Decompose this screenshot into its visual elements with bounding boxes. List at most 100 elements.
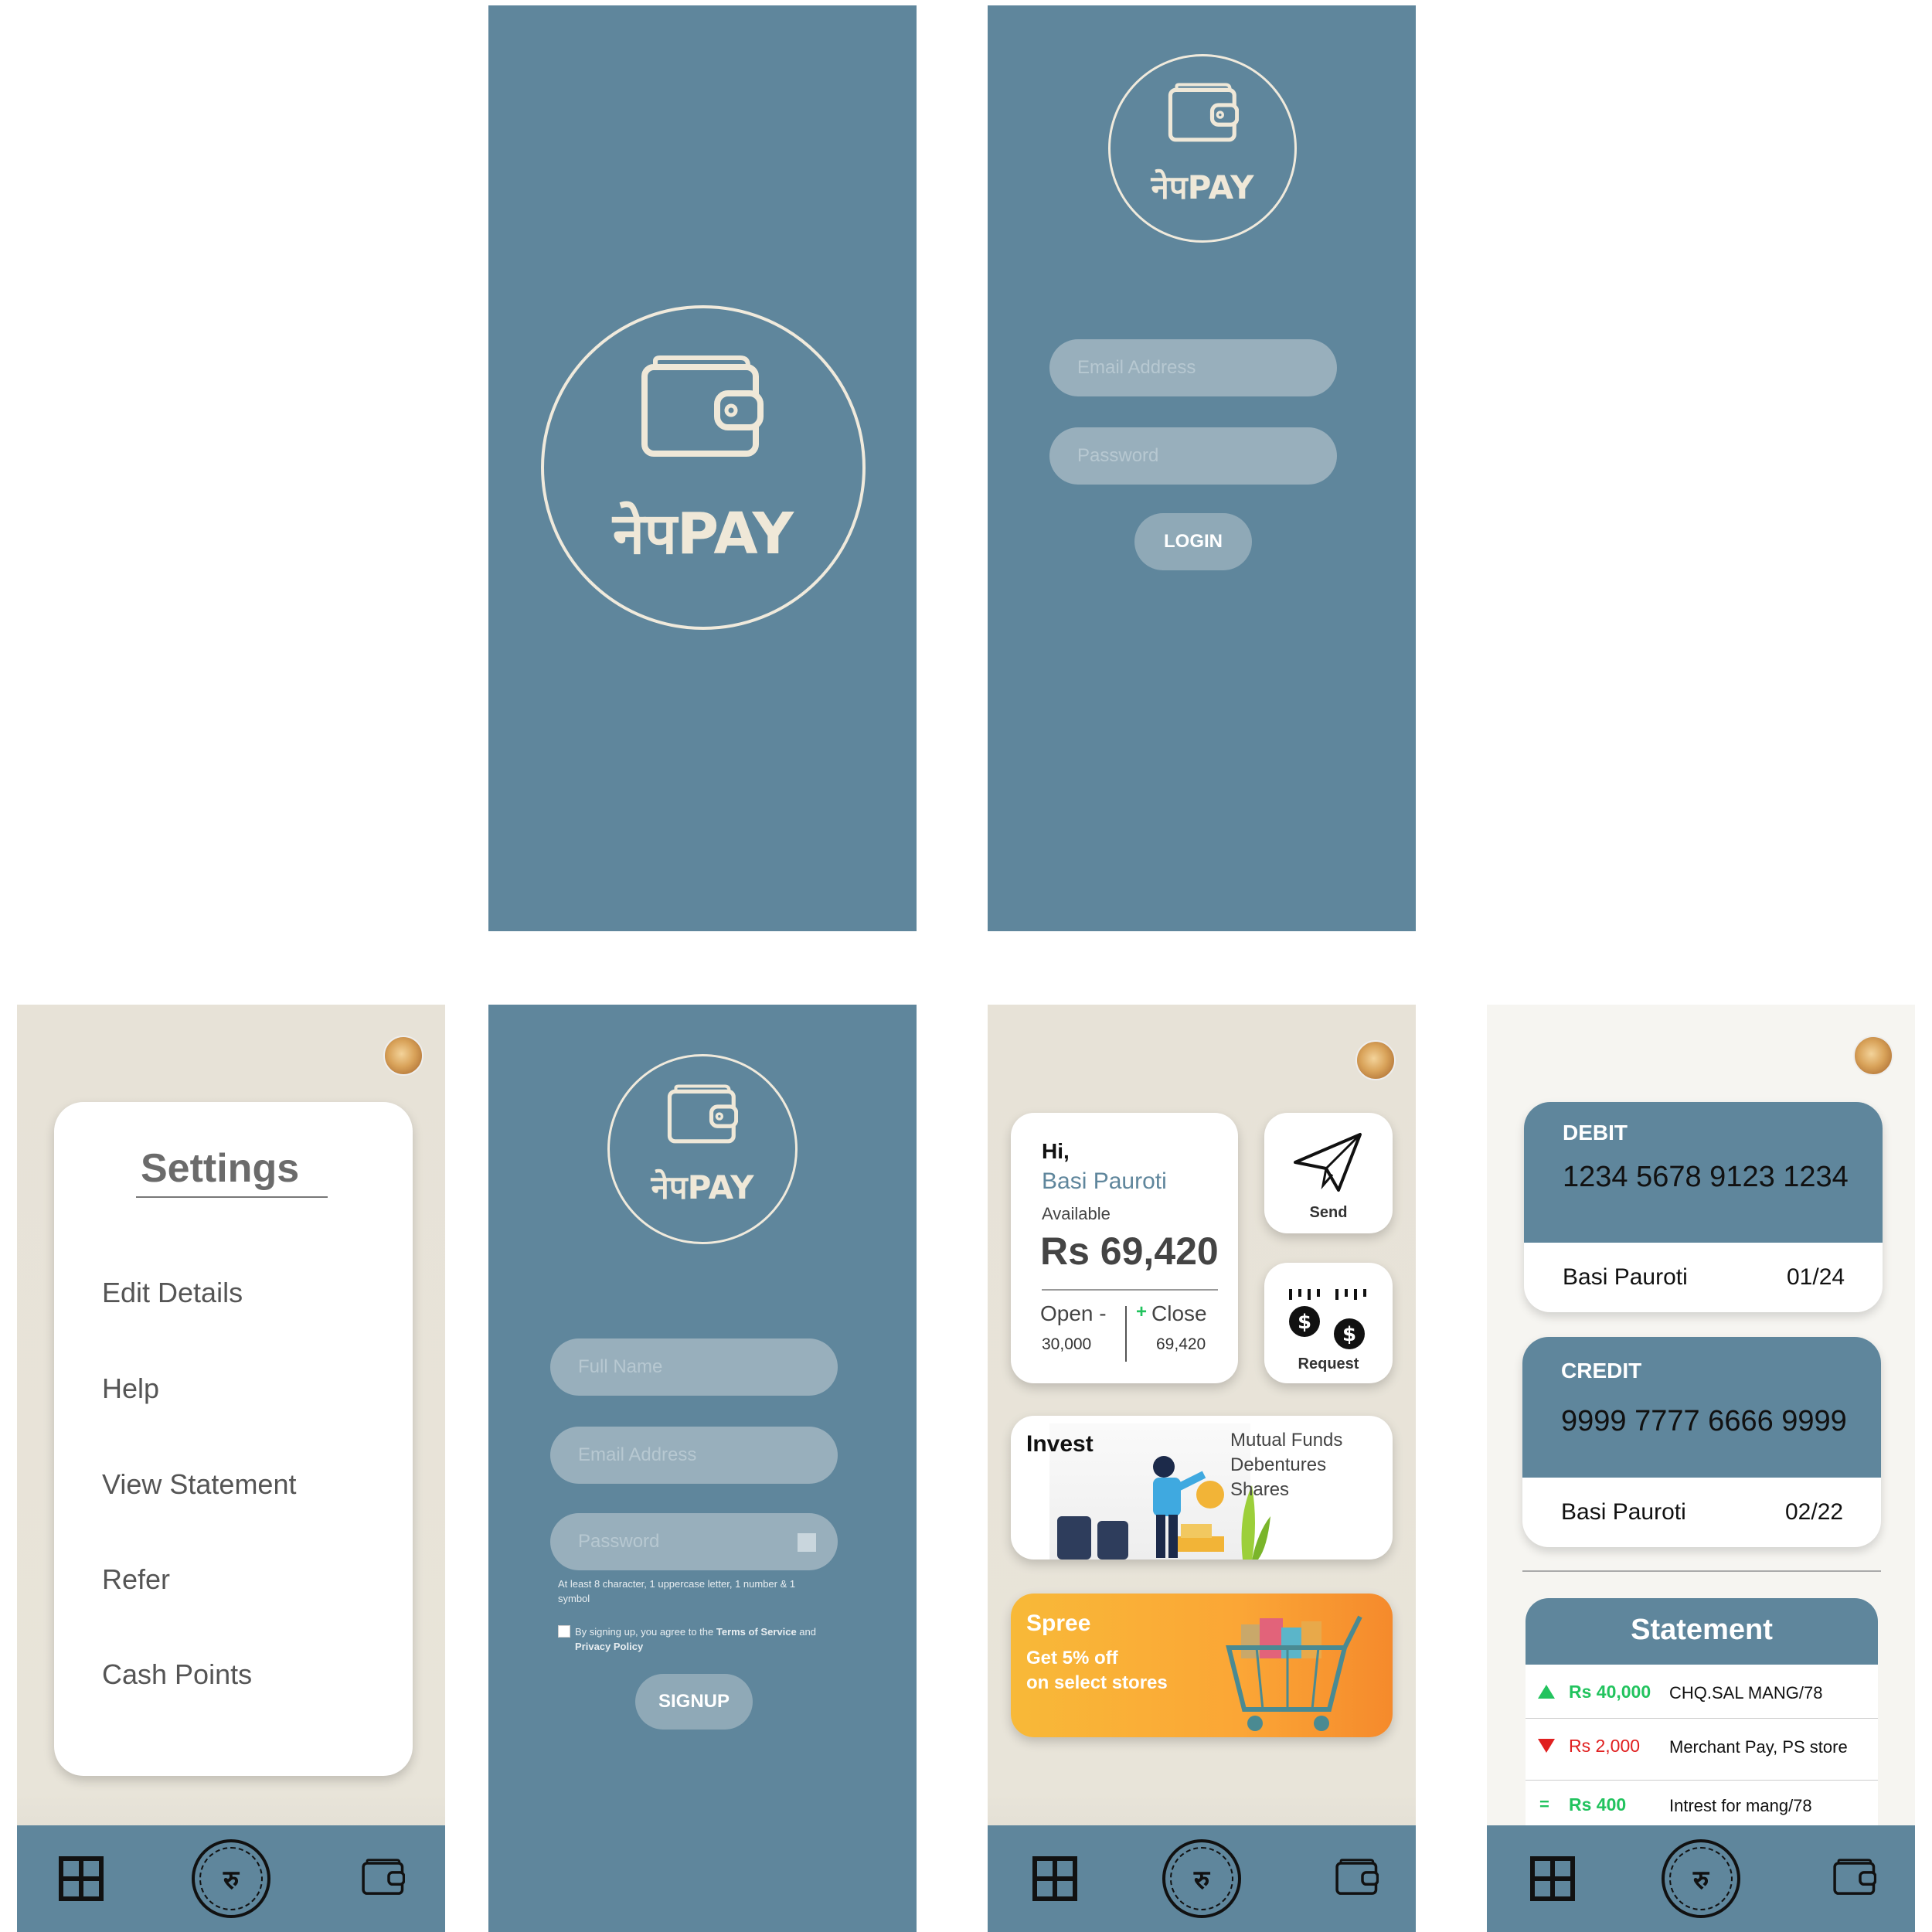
grid-icon[interactable] — [1032, 1856, 1077, 1901]
wallet-icon[interactable] — [1335, 1856, 1379, 1898]
close-indicator: + — [1136, 1301, 1148, 1322]
rupee-coin-icon[interactable]: रु — [1662, 1839, 1740, 1918]
email-field[interactable]: Email Address — [1049, 339, 1337, 396]
avatar[interactable] — [383, 1036, 423, 1076]
debit-card[interactable]: DEBIT 1234 5678 9123 1234 Basi Pauroti 0… — [1524, 1102, 1883, 1312]
grid-icon[interactable] — [59, 1856, 104, 1901]
terms-prefix: By signing up, you agree to the — [575, 1626, 714, 1638]
transaction-row[interactable]: Rs 40,000 CHQ.SAL MANG/78 — [1526, 1665, 1878, 1719]
greeting: Hi, — [1042, 1139, 1070, 1163]
send-button[interactable]: Send — [1264, 1113, 1393, 1233]
wallet-logo-icon — [667, 1084, 738, 1144]
transaction-row[interactable]: Rs 2,000 Merchant Pay, PS store — [1526, 1719, 1878, 1781]
equal-icon: = — [1539, 1794, 1549, 1814]
card-holder: Basi Pauroti — [1561, 1499, 1686, 1525]
avatar[interactable] — [1355, 1040, 1396, 1080]
rupee-coin-icon[interactable]: रु — [1162, 1839, 1241, 1918]
spree-line2: on select stores — [1026, 1672, 1168, 1693]
open-value: 30,000 — [1042, 1335, 1092, 1353]
cards-screen: DEBIT 1234 5678 9123 1234 Basi Pauroti 0… — [1487, 1005, 1915, 1932]
logo-circle: नेपPAY — [607, 1054, 798, 1244]
balance-value: Rs 69,420 — [1040, 1230, 1219, 1273]
wallet-icon[interactable] — [362, 1856, 405, 1898]
login-button[interactable]: LOGIN — [1134, 513, 1252, 570]
money-request-icon: $ $ — [1289, 1289, 1366, 1349]
credit-card[interactable]: CREDIT 9999 7777 6666 9999 Basi Pauroti … — [1522, 1337, 1881, 1547]
send-label: Send — [1309, 1204, 1348, 1221]
fullname-field[interactable]: Full Name — [550, 1338, 838, 1396]
password-field[interactable]: Password — [1049, 427, 1337, 485]
password-hint: At least 8 character, 1 uppercase letter… — [558, 1578, 796, 1604]
svg-text:$: $ — [1298, 1311, 1311, 1334]
logo-circle: नेपPAY — [541, 305, 866, 630]
bottom-nav: रु — [1487, 1825, 1915, 1932]
spree-title: Spree — [1026, 1611, 1091, 1636]
bottom-nav: रु — [17, 1825, 445, 1932]
email-field[interactable]: Email Address — [550, 1427, 838, 1484]
transaction-description: CHQ.SAL MANG/78 — [1669, 1683, 1823, 1702]
card-expiry: 01/24 — [1787, 1264, 1845, 1290]
invest-item-debentures: Debentures — [1230, 1454, 1327, 1475]
shopping-cart-icon — [1226, 1615, 1362, 1731]
close-value: 69,420 — [1156, 1335, 1206, 1353]
invest-label: Invest — [1026, 1431, 1094, 1457]
statement-title: Statement — [1631, 1614, 1773, 1646]
card-number: 1234 5678 9123 1234 — [1563, 1161, 1849, 1193]
transaction-description: Intrest for mang/78 — [1669, 1796, 1812, 1815]
settings-item-view-statement[interactable]: View Statement — [102, 1468, 296, 1501]
wallet-icon[interactable] — [1833, 1856, 1876, 1898]
grid-icon[interactable] — [1530, 1856, 1575, 1901]
signup-screen: नेपPAY Full Name Email Address Password … — [488, 1005, 917, 1932]
settings-item-help[interactable]: Help — [102, 1372, 159, 1405]
settings-item-edit-details[interactable]: Edit Details — [102, 1277, 243, 1309]
terms-text: By signing up, you agree to the Terms of… — [575, 1624, 853, 1654]
statement-panel: Statement Rs 40,000 CHQ.SAL MANG/78 Rs 2… — [1526, 1598, 1878, 1830]
terms-link[interactable]: Terms of Service — [716, 1626, 797, 1638]
login-screen: नेपPAY Email Address Password LOGIN — [988, 5, 1416, 931]
transaction-row[interactable]: = Rs 400 Intrest for mang/78 — [1526, 1781, 1878, 1830]
settings-title-underline — [136, 1196, 328, 1198]
password-placeholder: Password — [578, 1531, 660, 1552]
brand-name: नेपPAY — [1151, 168, 1254, 206]
terms-checkbox[interactable] — [558, 1625, 570, 1638]
card-number: 9999 7777 6666 9999 — [1561, 1405, 1847, 1437]
close-label: Close — [1151, 1301, 1207, 1325]
transaction-amount: Rs 40,000 — [1569, 1682, 1651, 1702]
invest-card[interactable]: Invest Mutual Funds Debentures Shares — [1011, 1416, 1393, 1560]
transaction-description: Merchant Pay, PS store — [1669, 1737, 1848, 1757]
settings-title: Settings — [141, 1146, 300, 1191]
privacy-link[interactable]: Privacy Policy — [575, 1641, 643, 1652]
avatar[interactable] — [1853, 1036, 1893, 1076]
user-name: Basi Pauroti — [1042, 1168, 1167, 1194]
card-type: DEBIT — [1563, 1121, 1628, 1145]
show-password-toggle[interactable] — [798, 1533, 816, 1552]
request-button[interactable]: $ $ Request — [1264, 1263, 1393, 1383]
up-arrow-icon — [1538, 1685, 1555, 1699]
spree-line1: Get 5% off — [1026, 1648, 1118, 1668]
svg-text:$: $ — [1342, 1323, 1356, 1346]
signup-button[interactable]: SIGNUP — [635, 1674, 753, 1730]
open-close-divider — [1125, 1306, 1127, 1362]
settings-card: Settings Edit Details Help View Statemen… — [54, 1102, 413, 1776]
home-screen: Hi, Basi Pauroti Available Rs 69,420 Ope… — [988, 1005, 1416, 1932]
logo-circle: नेपPAY — [1108, 54, 1297, 243]
balance-card: Hi, Basi Pauroti Available Rs 69,420 Ope… — [1011, 1113, 1238, 1383]
settings-screen: Settings Edit Details Help View Statemen… — [17, 1005, 445, 1932]
spree-offer-card[interactable]: Spree Get 5% off on select stores — [1011, 1594, 1393, 1737]
invest-item-mutual-funds: Mutual Funds — [1230, 1430, 1343, 1451]
settings-item-cash-points[interactable]: Cash Points — [102, 1658, 252, 1691]
password-field[interactable]: Password — [550, 1513, 838, 1570]
transaction-amount: Rs 400 — [1569, 1794, 1627, 1815]
wallet-logo-icon — [1168, 83, 1239, 142]
request-label: Request — [1298, 1355, 1359, 1372]
balance-divider — [1042, 1289, 1218, 1291]
brand-name: नेपPAY — [612, 501, 794, 567]
rupee-coin-icon[interactable]: रु — [192, 1839, 270, 1918]
invest-item-shares: Shares — [1230, 1479, 1290, 1500]
settings-item-refer[interactable]: Refer — [102, 1563, 170, 1596]
available-label: Available — [1042, 1204, 1111, 1223]
card-type: CREDIT — [1561, 1359, 1642, 1383]
transaction-amount: Rs 2,000 — [1569, 1736, 1641, 1756]
paper-plane-icon — [1294, 1133, 1362, 1192]
card-expiry: 02/22 — [1785, 1499, 1844, 1525]
